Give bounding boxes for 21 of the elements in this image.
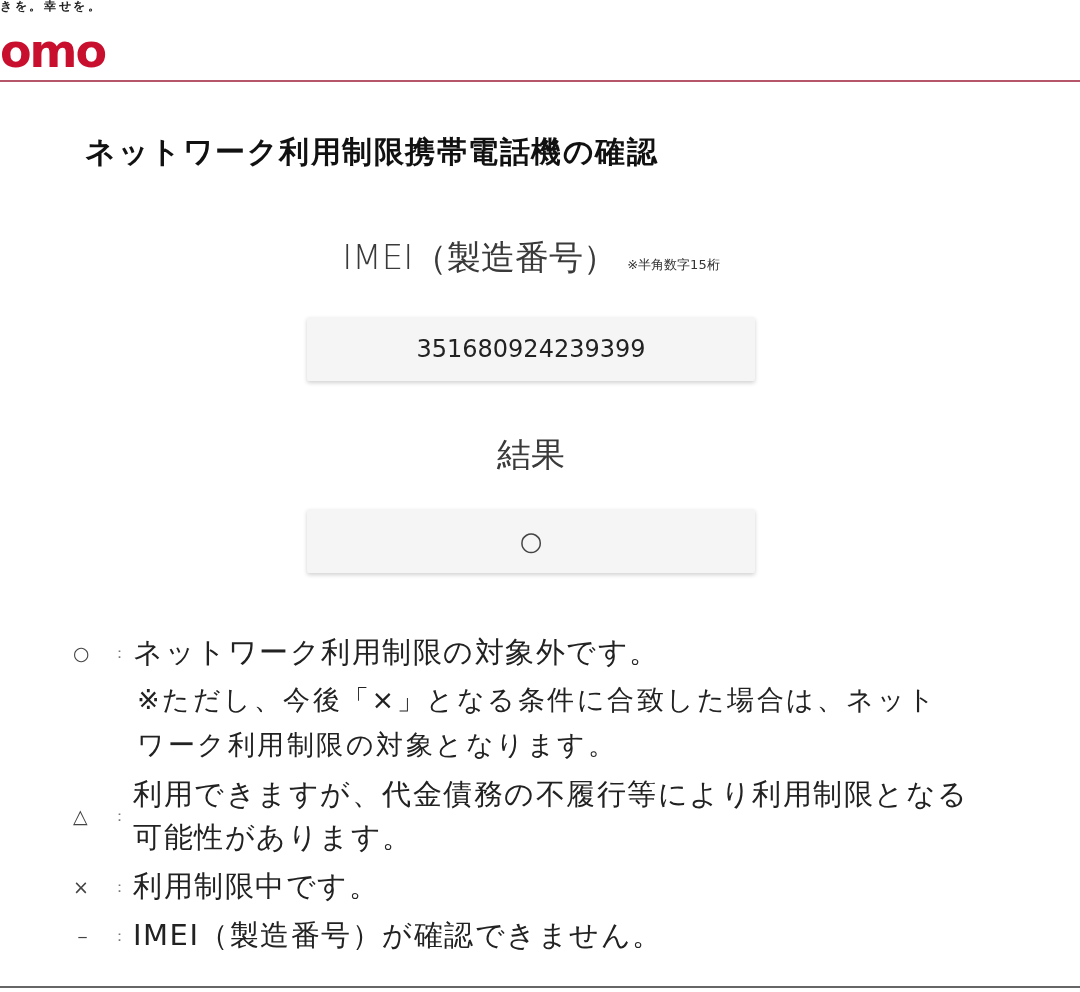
legend-text: 利用できますが、代金債務の不履行等により利用制限となる可能性があります。	[133, 776, 970, 856]
brand-logo: omo	[0, 28, 106, 74]
legend-text: 利用制限中です。	[133, 868, 379, 905]
separator-text: ：	[111, 642, 127, 664]
imei-input[interactable]: 351680924239399	[307, 317, 755, 381]
result-field: ○	[307, 509, 755, 573]
separator-text: ：	[111, 925, 127, 947]
legend-symbol: ×	[73, 875, 89, 898]
page-title: ネットワーク利用制限携帯電話機の確認	[85, 133, 658, 171]
field-label: 結果	[497, 433, 565, 476]
separator-text: ：	[111, 876, 127, 898]
legend-note: ※ただし、今後「×」となる条件に合致した場合は、ネットワーク利用制限の対象となります。	[137, 683, 939, 762]
legend-symbol: △	[73, 805, 88, 827]
input-hint: ※半角数字15桁	[627, 256, 720, 274]
legend-symbol: ○	[73, 641, 90, 664]
legend-text: IMEI（製造番号）が確認できません。	[133, 917, 663, 954]
field-label: IMEI（製造番号）	[342, 236, 618, 279]
legend-symbol: －	[73, 924, 92, 947]
tagline-text: きを。幸せを。	[0, 0, 103, 13]
separator-text: ：	[111, 806, 127, 827]
legend-text: ネットワーク利用制限の対象外です。	[133, 634, 660, 671]
